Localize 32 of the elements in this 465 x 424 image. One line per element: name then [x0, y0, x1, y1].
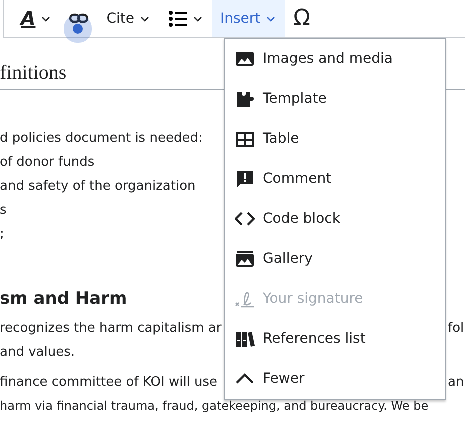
menu-item[interactable]: Fewer	[225, 359, 445, 399]
menu-item[interactable]: Table	[225, 119, 445, 159]
pulse-dot	[72, 24, 83, 34]
signature-icon	[235, 289, 255, 309]
gallery-icon	[235, 249, 255, 269]
paragraph-text: fol	[448, 320, 465, 336]
list-item-text: and safety of the organization	[0, 178, 196, 194]
menu-item[interactable]: Code block	[225, 199, 445, 239]
paragraph-text: and values.	[0, 344, 76, 360]
image-icon	[235, 49, 255, 69]
paragraph-text: harm via financial trauma, fraud, gatekeeping, and bureaucracy. We be	[0, 399, 429, 413]
paragraph-text: finance committee of KOI will use	[0, 374, 218, 390]
special-character-button[interactable]: Ω	[284, 0, 320, 37]
books-icon	[235, 329, 255, 349]
table-icon	[235, 129, 255, 149]
paragraph-text: d policies document is needed:	[0, 130, 203, 146]
menu-item[interactable]: References list	[225, 319, 445, 359]
menu-item[interactable]: Gallery	[225, 239, 445, 279]
bulleted-list-icon	[168, 8, 188, 28]
menu-item: Your signature	[225, 279, 445, 319]
dropdown-button[interactable]: Insert	[212, 0, 285, 37]
paragraph-text: recognizes the harm capitalism ar	[0, 320, 222, 336]
paragraph-text: an	[448, 374, 465, 390]
list-item-text: s	[0, 202, 7, 218]
text-style-button[interactable]: A	[12, 0, 60, 37]
subheading: sm and Harm	[0, 289, 128, 309]
menu-item[interactable]: Comment	[225, 159, 445, 199]
dropdown-button[interactable]: Cite	[98, 0, 158, 37]
list-item-text: ;	[0, 226, 4, 242]
comment-icon	[235, 169, 255, 189]
puzzle-piece-icon	[235, 89, 255, 109]
list-item-text: of donor funds	[0, 154, 95, 170]
